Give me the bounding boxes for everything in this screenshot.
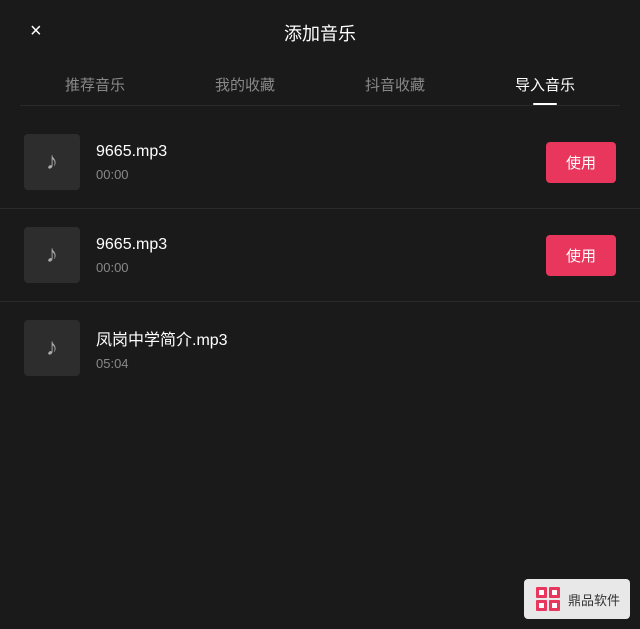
list-item: ♪ 9665.mp3 00:00 使用 [0,116,640,208]
music-thumbnail: ♪ [24,320,80,376]
music-thumbnail: ♪ [24,134,80,190]
music-note-icon: ♪ [46,334,58,362]
music-note-icon: ♪ [46,241,58,269]
music-name: 9665.mp3 [96,236,530,254]
use-button[interactable]: 使用 [546,235,616,276]
music-duration: 05:04 [96,356,616,371]
watermark-logo [534,585,562,613]
use-button[interactable]: 使用 [546,142,616,183]
music-note-icon: ♪ [46,148,58,176]
music-list: ♪ 9665.mp3 00:00 使用 ♪ 9665.mp3 00:00 使用 … [0,106,640,404]
page-title: 添加音乐 [284,20,356,46]
list-item: ♪ 9665.mp3 00:00 使用 [0,208,640,301]
music-info: 凤岗中学简介.mp3 05:04 [96,326,616,371]
tab-recommend[interactable]: 推荐音乐 [65,74,125,105]
music-thumbnail: ♪ [24,227,80,283]
list-item: ♪ 凤岗中学简介.mp3 05:04 [0,301,640,394]
tab-import[interactable]: 导入音乐 [515,74,575,105]
watermark-brand: 鼎品软件 [568,590,620,609]
music-name: 9665.mp3 [96,143,530,161]
music-duration: 00:00 [96,260,530,275]
tab-douyin[interactable]: 抖音收藏 [365,74,425,105]
music-info: 9665.mp3 00:00 [96,143,530,182]
close-button[interactable]: × [30,21,42,41]
music-info: 9665.mp3 00:00 [96,236,530,275]
header: × 添加音乐 [0,0,640,62]
music-duration: 00:00 [96,167,530,182]
tab-favorites[interactable]: 我的收藏 [215,74,275,105]
music-name: 凤岗中学简介.mp3 [96,326,616,350]
tab-bar: 推荐音乐 我的收藏 抖音收藏 导入音乐 [0,62,640,105]
watermark: 鼎品软件 [524,579,630,619]
